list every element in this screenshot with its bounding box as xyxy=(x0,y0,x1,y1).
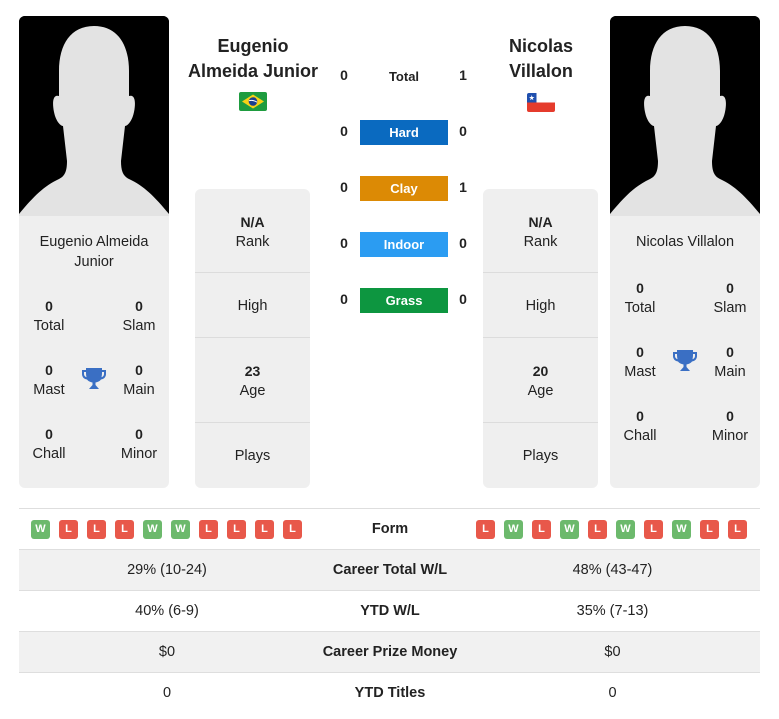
form-loss-badge[interactable]: L xyxy=(644,520,663,539)
h2h-clay-p1: 0 xyxy=(340,179,348,195)
player2-form: LWLWLWLWLL xyxy=(465,509,760,550)
player1-photo xyxy=(19,16,169,216)
player2-card-name: Nicolas Villalon xyxy=(635,234,735,250)
form-loss-badge[interactable]: L xyxy=(199,520,218,539)
player1-plays: Plays xyxy=(234,448,271,464)
form-loss-badge[interactable]: L xyxy=(227,520,246,539)
player1-chall-titles: 0 Chall xyxy=(32,426,66,462)
ytd-wl-row: 40% (6-9) YTD W/L 35% (7-13) xyxy=(19,591,760,632)
player1-total-titles: 0 Total xyxy=(33,298,65,334)
player1-info-panel: N/A Rank High 23 Age Plays xyxy=(195,189,310,488)
player2-ytd-wl: 35% (7-13) xyxy=(576,603,649,619)
h2h-clay-p2: 1 xyxy=(459,179,467,195)
brazil-flag-icon xyxy=(239,92,267,111)
player1-age: 23 Age xyxy=(239,363,266,399)
form-win-badge[interactable]: W xyxy=(560,520,579,539)
player1-mast-titles: 0 Mast xyxy=(33,362,65,398)
player2-name-link[interactable]: Nicolas Villalon xyxy=(466,34,616,84)
surface-clay-badge[interactable]: Clay xyxy=(360,176,448,201)
player1-high: High xyxy=(237,298,268,314)
form-loss-badge[interactable]: L xyxy=(115,520,134,539)
form-loss-badge[interactable]: L xyxy=(728,520,747,539)
form-win-badge[interactable]: W xyxy=(504,520,523,539)
divider xyxy=(483,422,598,423)
player2-info-panel: N/A Rank High 20 Age Plays xyxy=(483,189,598,488)
divider xyxy=(195,272,310,273)
surface-grass-badge[interactable]: Grass xyxy=(360,288,448,313)
player2-minor-titles: 0 Minor xyxy=(711,408,749,444)
player1-slam-titles: 0 Slam xyxy=(122,298,156,334)
prize-money-label: Career Prize Money xyxy=(322,644,458,660)
player1-ytd-titles: 0 xyxy=(162,685,172,701)
player2-prize-money: $0 xyxy=(604,644,621,660)
player2-photo xyxy=(610,16,760,216)
divider xyxy=(483,337,598,338)
player2-slam-titles: 0 Slam xyxy=(713,280,747,316)
form-loss-badge[interactable]: L xyxy=(87,520,106,539)
player1-card: Eugenio Almeida Junior 0 Total 0 Slam 0 … xyxy=(19,16,169,488)
player-silhouette-icon xyxy=(19,16,169,216)
form-loss-badge[interactable]: L xyxy=(476,520,495,539)
player1-rank: N/A Rank xyxy=(235,214,270,250)
h2h-hard-p2: 0 xyxy=(459,123,467,139)
h2h-total-p1: 0 xyxy=(340,67,348,83)
player2-career-total: 48% (43-47) xyxy=(572,562,653,578)
player2-age: 20 Age xyxy=(527,363,554,399)
divider xyxy=(483,272,598,273)
form-win-badge[interactable]: W xyxy=(171,520,190,539)
form-loss-badge[interactable]: L xyxy=(700,520,719,539)
form-win-badge[interactable]: W xyxy=(672,520,691,539)
h2h-total-label: Total xyxy=(388,69,420,84)
ytd-titles-row: 0 YTD Titles 0 xyxy=(19,673,760,714)
h2h-indoor-p1: 0 xyxy=(340,235,348,251)
form-loss-badge[interactable]: L xyxy=(59,520,78,539)
form-label: Form xyxy=(371,521,409,537)
form-row: WLLLWWLLLL Form LWLWLWLWLL xyxy=(19,509,760,550)
career-total-label: Career Total W/L xyxy=(332,562,448,578)
player2-card: Nicolas Villalon 0 Total 0 Slam 0 Mast 0… xyxy=(610,16,760,488)
player2-plays: Plays xyxy=(522,448,559,464)
divider xyxy=(195,422,310,423)
player1-prize-money: $0 xyxy=(158,644,176,660)
player1-ytd-wl: 40% (6-9) xyxy=(135,603,199,619)
player1-name-link[interactable]: Eugenio Almeida Junior xyxy=(178,34,328,84)
player-silhouette-icon xyxy=(610,16,760,216)
player1-form: WLLLWWLLLL xyxy=(19,509,315,550)
surface-indoor-badge[interactable]: Indoor xyxy=(360,232,448,257)
player1-main-titles: 0 Main xyxy=(123,362,155,398)
ytd-wl-label: YTD W/L xyxy=(360,603,420,619)
h2h-total-p2: 1 xyxy=(459,67,467,83)
player2-main-titles: 0 Main xyxy=(714,344,746,380)
player2-total-titles: 0 Total xyxy=(624,280,656,316)
trophy-icon xyxy=(672,348,698,374)
form-loss-badge[interactable]: L xyxy=(532,520,551,539)
chile-flag-icon xyxy=(527,93,555,112)
form-loss-badge[interactable]: L xyxy=(588,520,607,539)
player2-rank: N/A Rank xyxy=(523,214,558,250)
player2-mast-titles: 0 Mast xyxy=(624,344,656,380)
player1-minor-titles: 0 Minor xyxy=(120,426,158,462)
form-win-badge[interactable]: W xyxy=(31,520,50,539)
form-win-badge[interactable]: W xyxy=(616,520,635,539)
trophy-icon xyxy=(81,366,107,392)
prize-money-row: $0 Career Prize Money $0 xyxy=(19,632,760,673)
ytd-titles-label: YTD Titles xyxy=(354,685,426,701)
career-total-row: 29% (10-24) Career Total W/L 48% (43-47) xyxy=(19,550,760,591)
divider xyxy=(195,337,310,338)
h2h-indoor-p2: 0 xyxy=(459,235,467,251)
player2-chall-titles: 0 Chall xyxy=(623,408,657,444)
h2h-grass-p1: 0 xyxy=(340,291,348,307)
form-loss-badge[interactable]: L xyxy=(255,520,274,539)
h2h-grass-p2: 0 xyxy=(459,291,467,307)
form-loss-badge[interactable]: L xyxy=(283,520,302,539)
h2h-hard-p1: 0 xyxy=(340,123,348,139)
player1-career-total: 29% (10-24) xyxy=(127,562,207,578)
surface-hard-badge[interactable]: Hard xyxy=(360,120,448,145)
player1-card-name: Eugenio Almeida Junior xyxy=(39,234,149,270)
player2-ytd-titles: 0 xyxy=(608,685,617,701)
form-win-badge[interactable]: W xyxy=(143,520,162,539)
player2-high: High xyxy=(525,298,556,314)
